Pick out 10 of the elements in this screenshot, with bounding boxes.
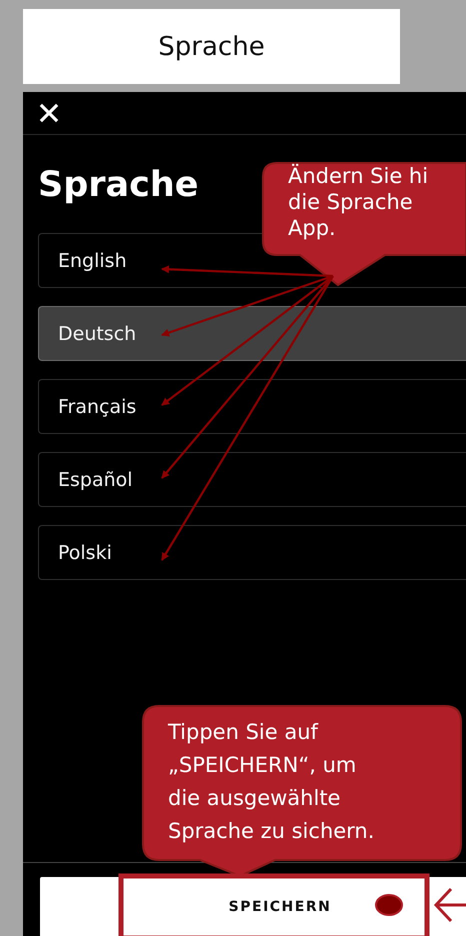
language-option[interactable]: Français <box>38 379 466 434</box>
close-icon[interactable] <box>39 103 59 123</box>
screen-heading: Sprache <box>37 164 199 205</box>
callout-text: Tippen Sie auf „SPEICHERN“, um die ausgewählte Sprache zu sichern. <box>168 719 374 845</box>
language-option[interactable]: Polski <box>38 525 466 580</box>
arrow-icon <box>434 888 466 922</box>
language-option[interactable]: Deutsch <box>38 306 466 361</box>
language-option[interactable]: Español <box>38 452 466 507</box>
page-title: Sprache <box>158 32 265 62</box>
save-button[interactable]: SPEICHERN <box>40 877 466 936</box>
